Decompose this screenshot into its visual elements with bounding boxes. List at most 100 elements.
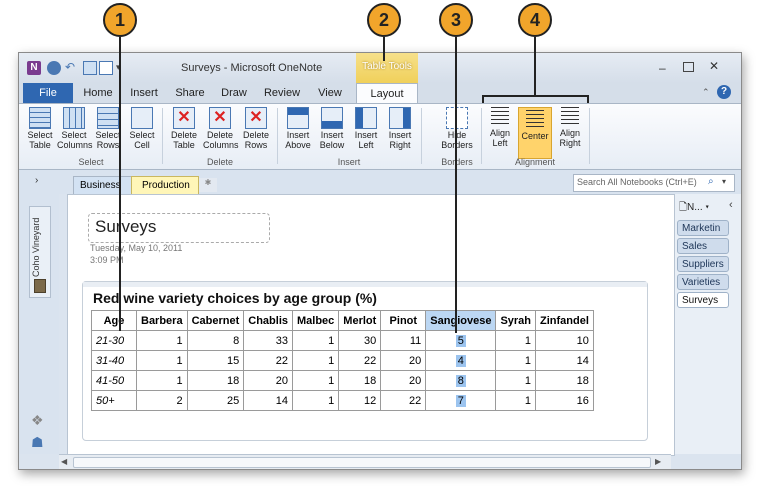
search-scope-dropdown-icon[interactable]: ▾ [722, 177, 726, 186]
tab-draw[interactable]: Draw [215, 83, 253, 103]
tab-layout[interactable]: Layout [356, 83, 418, 103]
table-cell-selected[interactable]: 7 [425, 390, 497, 411]
notebook-list-icon[interactable]: ☗ [31, 434, 44, 451]
header-merlot[interactable]: Merlot [338, 310, 382, 331]
table-cell[interactable]: 18 [186, 370, 245, 391]
table-cell[interactable]: 1 [495, 350, 537, 371]
new-section-icon[interactable]: ✱ [199, 178, 217, 192]
container-handle[interactable] [83, 282, 647, 287]
table-cell[interactable]: 2 [136, 390, 188, 411]
help-icon[interactable]: ? [717, 85, 731, 99]
page-tab-sales[interactable]: Sales [677, 238, 729, 254]
expand-navigation-icon[interactable]: › [35, 175, 38, 186]
page-tab-varieties[interactable]: Varieties [677, 274, 729, 290]
onenote-app-icon[interactable]: N [27, 61, 41, 75]
table-cell[interactable]: 21-30 [91, 330, 137, 351]
header-cabernet[interactable]: Cabernet [186, 310, 245, 331]
table-cell[interactable]: 31-40 [91, 350, 137, 371]
header-barbera[interactable]: Barbera [136, 310, 188, 331]
header-pinot[interactable]: Pinot [380, 310, 427, 331]
collapse-page-list-icon[interactable]: ‹ [729, 199, 733, 211]
align-center-button[interactable]: Center [518, 107, 552, 159]
table-cell[interactable]: 30 [338, 330, 382, 351]
header-syrah[interactable]: Syrah [495, 310, 537, 331]
tab-insert[interactable]: Insert [123, 83, 165, 103]
minimize-button[interactable]: – [659, 61, 666, 75]
header-age[interactable]: Age [91, 310, 137, 331]
table-cell-selected[interactable]: 4 [425, 350, 497, 371]
table-cell[interactable]: 22 [243, 350, 293, 371]
table-cell[interactable]: 22 [338, 350, 382, 371]
table-cell[interactable]: 1 [495, 390, 537, 411]
wine-table[interactable]: Age Barbera Cabernet Chablis Malbec Merl… [91, 310, 594, 411]
table-cell[interactable]: 1 [136, 370, 188, 391]
select-table-button[interactable]: Select Table [23, 107, 57, 157]
table-cell[interactable]: 50+ [91, 390, 137, 411]
tab-share[interactable]: Share [171, 83, 209, 103]
header-chablis[interactable]: Chablis [243, 310, 293, 331]
scroll-left-icon[interactable]: ◀ [61, 457, 67, 466]
undo-icon[interactable]: ↶ [65, 60, 75, 74]
table-cell-selected[interactable]: 5 [425, 330, 497, 351]
search-box[interactable]: Search All Notebooks (Ctrl+E) ⌕ ▾ [573, 174, 735, 192]
insert-right-button[interactable]: Insert Right [383, 107, 417, 157]
collapse-ribbon-icon[interactable]: ⌃ [702, 87, 710, 98]
new-page-button[interactable]: 🗋N... ▾ [679, 200, 709, 217]
align-right-button[interactable]: Align Right [553, 107, 587, 157]
table-cell[interactable]: 25 [186, 390, 245, 411]
table-cell[interactable]: 1 [291, 330, 340, 351]
insert-above-button[interactable]: Insert Above [281, 107, 315, 157]
scroll-right-icon[interactable]: ▶ [655, 457, 661, 466]
table-cell[interactable]: 41-50 [91, 370, 137, 391]
table-cell[interactable]: 20 [380, 350, 427, 371]
table-cell[interactable]: 14 [535, 350, 594, 371]
table-cell[interactable]: 22 [380, 390, 427, 411]
close-button[interactable]: ✕ [709, 59, 719, 73]
table-cell[interactable]: 1 [136, 350, 188, 371]
select-cell-button[interactable]: Select Cell [125, 107, 159, 157]
table-cell[interactable]: 1 [136, 330, 188, 351]
tab-review[interactable]: Review [259, 83, 305, 103]
section-tab-business[interactable]: Business [73, 176, 133, 194]
table-cell[interactable]: 10 [535, 330, 594, 351]
maximize-button[interactable] [683, 62, 694, 72]
table-cell[interactable]: 16 [535, 390, 594, 411]
table-cell[interactable]: 11 [380, 330, 427, 351]
table-cell[interactable]: 20 [380, 370, 427, 391]
page-tab-marketing[interactable]: Marketin [677, 220, 729, 236]
insert-left-button[interactable]: Insert Left [349, 107, 383, 157]
hide-borders-button[interactable]: HideBorders [437, 107, 477, 157]
horizontal-scrollbar[interactable]: ◀ ▶ [59, 454, 671, 469]
table-cell[interactable]: 20 [243, 370, 293, 391]
header-sangiovese[interactable]: Sangiovese [425, 310, 497, 331]
page-tab-surveys[interactable]: Surveys [677, 292, 729, 308]
table-cell[interactable]: 8 [186, 330, 245, 351]
table-cell[interactable]: 14 [243, 390, 293, 411]
tab-view[interactable]: View [311, 83, 349, 103]
dock-icon[interactable] [83, 61, 97, 75]
note-container[interactable]: Red wine variety choices by age group (%… [82, 281, 648, 441]
table-cell[interactable]: 1 [291, 370, 340, 391]
header-malbec[interactable]: Malbec [291, 310, 340, 331]
delete-rows-button[interactable]: ✕ Delete Rows [239, 107, 273, 157]
table-cell[interactable]: 15 [186, 350, 245, 371]
select-columns-button[interactable]: Select Columns [57, 107, 93, 157]
full-page-icon[interactable] [99, 61, 113, 75]
table-cell[interactable]: 12 [338, 390, 382, 411]
delete-table-button[interactable]: ✕ Delete Table [167, 107, 201, 157]
section-tab-production[interactable]: Production [131, 176, 199, 194]
table-cell[interactable]: 18 [535, 370, 594, 391]
unfiled-notes-icon[interactable]: ❖ [31, 412, 44, 429]
table-cell[interactable]: 33 [243, 330, 293, 351]
insert-below-button[interactable]: Insert Below [315, 107, 349, 157]
table-cell[interactable]: 1 [495, 370, 537, 391]
scroll-thumb[interactable] [73, 457, 651, 468]
table-cell[interactable]: 1 [291, 350, 340, 371]
header-zinfandel[interactable]: Zinfandel [535, 310, 594, 331]
notebook-tab-coho-vineyard[interactable]: Coho Vineyard [29, 206, 51, 298]
table-cell[interactable]: 18 [338, 370, 382, 391]
delete-columns-button[interactable]: ✕ Delete Columns [203, 107, 239, 157]
align-left-button[interactable]: Align Left [483, 107, 517, 157]
table-cell-selected[interactable]: 8 [425, 370, 497, 391]
table-cell[interactable]: 1 [495, 330, 537, 351]
